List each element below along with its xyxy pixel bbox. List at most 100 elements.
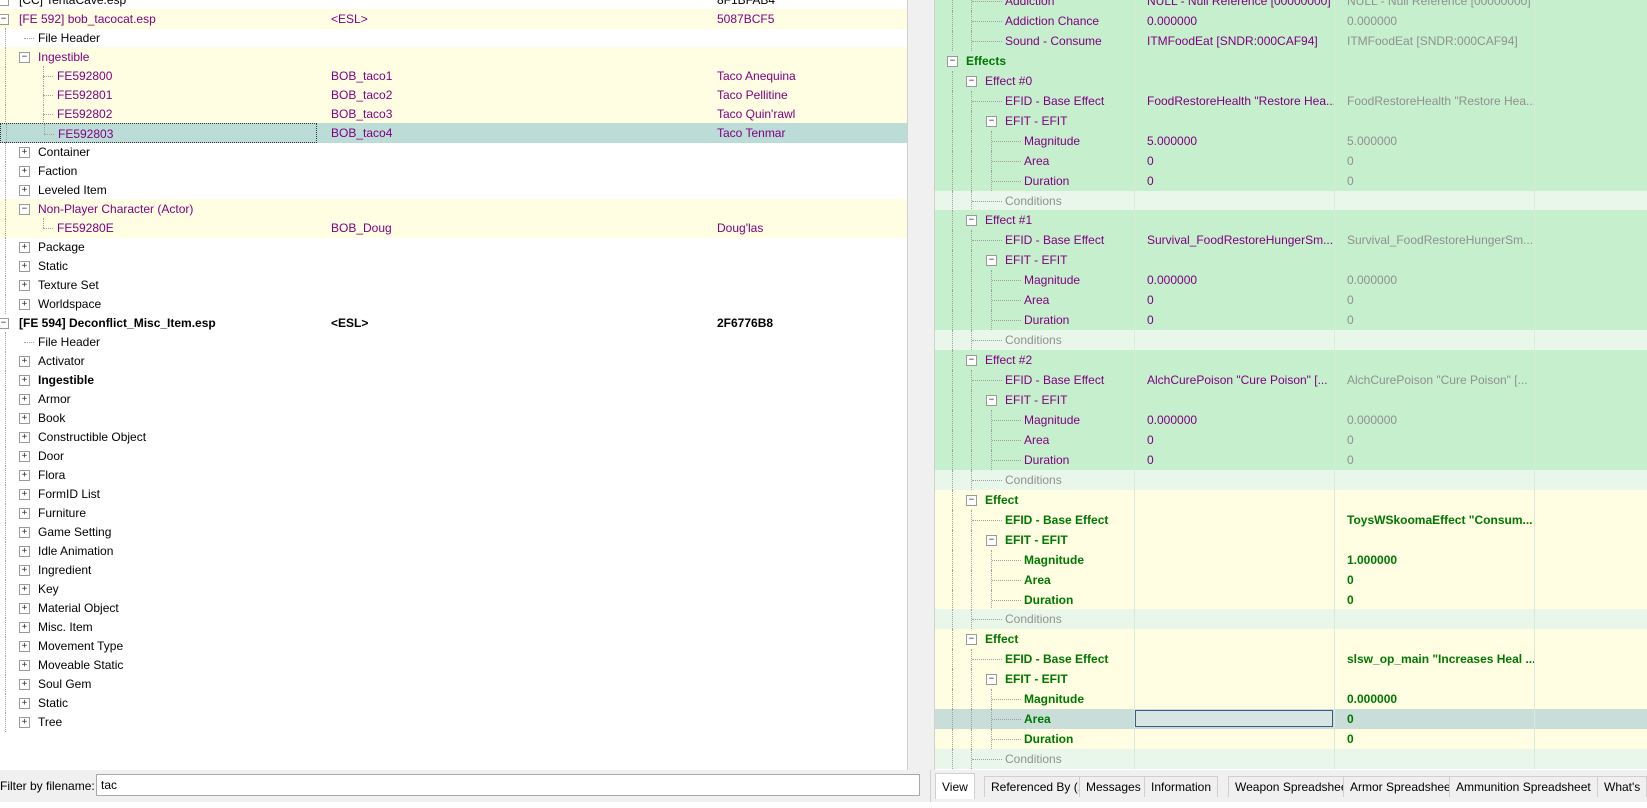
collapse-icon[interactable]: −: [986, 395, 997, 406]
record-row-area[interactable]: Area 0: [935, 570, 1647, 590]
record-field-name-cell[interactable]: − Effect: [935, 490, 1134, 510]
tree-row-fe-594-deconflict-misc-item-esp[interactable]: − [FE 594] Deconflict_Misc_Item.esp <ESL> 2…: [0, 313, 907, 333]
tree-row-static[interactable]: + Static: [0, 693, 907, 713]
record-row-magnitude[interactable]: Magnitude 0.000000 0.000000: [935, 270, 1647, 290]
tree-node-cell[interactable]: + Container: [0, 142, 318, 162]
record-row-area[interactable]: Area 0 0: [935, 151, 1647, 171]
record-value-cell-override[interactable]: 0.000000: [1335, 689, 1534, 709]
record-value-cell-plugin[interactable]: ITMFoodEat [SNDR:000CAF94]: [1135, 31, 1334, 51]
record-value-cell-override[interactable]: [1335, 111, 1534, 131]
record-row-efid-base-effect[interactable]: EFID - Base Effect AlchCurePoison "Cure P…: [935, 370, 1647, 390]
record-value-cell-override[interactable]: ITMFoodEat [SNDR:000CAF94]: [1335, 31, 1534, 51]
tree-node-cell[interactable]: + Worldspace: [0, 294, 318, 314]
record-value-cell-override[interactable]: [1335, 629, 1534, 649]
record-row-efit-efit[interactable]: − EFIT - EFIT: [935, 390, 1647, 410]
expand-icon[interactable]: +: [19, 679, 30, 690]
tree-node-cell[interactable]: FE592803: [0, 123, 317, 143]
tree-node-cell[interactable]: + Material Object: [0, 598, 318, 618]
record-value-cell-override[interactable]: [1335, 191, 1534, 211]
expand-icon[interactable]: +: [19, 147, 30, 158]
tab-information[interactable]: Information: [1144, 776, 1219, 797]
record-row-duration[interactable]: Duration 0: [935, 590, 1647, 610]
record-value-cell-override[interactable]: NULL - Null Reference [00000000]: [1335, 0, 1534, 11]
record-field-name-cell[interactable]: Duration: [935, 310, 1134, 330]
record-value-cell-override[interactable]: ToysWSkoomaEffect "Consum...: [1335, 510, 1534, 530]
record-value-cell-override[interactable]: [1335, 330, 1534, 350]
record-field-name-cell[interactable]: − Effect #0: [935, 71, 1134, 91]
collapse-icon[interactable]: −: [966, 495, 977, 506]
record-row-efit-efit[interactable]: − EFIT - EFIT: [935, 669, 1647, 689]
record-row-conditions[interactable]: Conditions: [935, 609, 1647, 629]
collapse-icon[interactable]: −: [966, 355, 977, 366]
collapse-icon[interactable]: −: [0, 14, 9, 25]
record-field-name-cell[interactable]: Duration: [935, 171, 1134, 191]
record-field-name-cell[interactable]: Area: [935, 151, 1134, 171]
tab-ammunition-spreadsheet[interactable]: Ammunition Spreadsheet: [1449, 776, 1598, 797]
record-value-cell-plugin[interactable]: [1135, 729, 1334, 749]
record-field-name-cell[interactable]: − EFIT - EFIT: [935, 111, 1134, 131]
collapse-icon[interactable]: −: [0, 0, 9, 6]
record-value-cell-plugin[interactable]: [1135, 669, 1334, 689]
record-field-name-cell[interactable]: − EFIT - EFIT: [935, 250, 1134, 270]
record-field-name-cell[interactable]: EFID - Base Effect: [935, 510, 1134, 530]
tree-row-game-setting[interactable]: + Game Setting: [0, 522, 907, 542]
record-value-cell-plugin[interactable]: [1135, 510, 1334, 530]
record-row-effect[interactable]: − Effect: [935, 629, 1647, 649]
tree-row-book[interactable]: + Book: [0, 408, 907, 428]
record-row-area[interactable]: Area 0 0: [935, 430, 1647, 450]
record-row-efit-efit[interactable]: − EFIT - EFIT: [935, 250, 1647, 270]
record-row-effect-2[interactable]: − Effect #2: [935, 350, 1647, 370]
expand-icon[interactable]: +: [19, 603, 30, 614]
tree-row-flora[interactable]: + Flora: [0, 465, 907, 485]
record-value-cell-plugin[interactable]: [1135, 470, 1334, 490]
record-value-cell-override[interactable]: [1335, 530, 1534, 550]
tree-node-cell[interactable]: − [FE 594] Deconflict_Misc_Item.esp: [0, 313, 318, 333]
tree-row-faction[interactable]: + Faction: [0, 161, 907, 181]
tree-node-cell[interactable]: + FormID List: [0, 484, 318, 504]
expand-icon[interactable]: +: [19, 508, 30, 519]
tree-row-movement-type[interactable]: + Movement Type: [0, 636, 907, 656]
tree-row-static[interactable]: + Static: [0, 256, 907, 276]
expand-icon[interactable]: +: [19, 299, 30, 310]
record-row-magnitude[interactable]: Magnitude 5.000000 5.000000: [935, 131, 1647, 151]
expand-icon[interactable]: +: [19, 565, 30, 576]
expand-icon[interactable]: +: [19, 185, 30, 196]
tree-row-soul-gem[interactable]: + Soul Gem: [0, 674, 907, 694]
record-value-cell-override[interactable]: 0.000000: [1335, 410, 1534, 430]
record-value-cell-plugin[interactable]: 0: [1135, 290, 1334, 310]
expand-icon[interactable]: +: [19, 470, 30, 481]
tree-node-cell[interactable]: + Constructible Object: [0, 427, 318, 447]
record-field-name-cell[interactable]: − Effect: [935, 629, 1134, 649]
expand-icon[interactable]: +: [19, 394, 30, 405]
expand-icon[interactable]: +: [19, 641, 30, 652]
record-value-cell-override[interactable]: AlchCurePoison "Cure Poison" [...: [1335, 370, 1534, 390]
collapse-icon[interactable]: −: [966, 76, 977, 87]
expand-icon[interactable]: +: [19, 242, 30, 253]
record-field-name-cell[interactable]: − Effect #1: [935, 210, 1134, 230]
record-row-effect-1[interactable]: − Effect #1: [935, 210, 1647, 230]
record-field-name-cell[interactable]: Conditions: [935, 191, 1134, 211]
record-value-cell-override[interactable]: 0: [1335, 171, 1534, 191]
tree-row-worldspace[interactable]: + Worldspace: [0, 294, 907, 314]
collapse-icon[interactable]: −: [986, 255, 997, 266]
record-value-cell-override[interactable]: 0: [1335, 729, 1534, 749]
tree-node-cell[interactable]: + Misc. Item: [0, 617, 318, 637]
record-row-addiction-chance[interactable]: Addiction Chance 0.000000 0.000000: [935, 11, 1647, 31]
record-value-cell-plugin[interactable]: 0.000000: [1135, 11, 1334, 31]
record-value-cell-override[interactable]: slsw_op_main "Increases Heal ...: [1335, 649, 1534, 669]
expand-icon[interactable]: +: [19, 622, 30, 633]
tree-node-cell[interactable]: + Ingestible: [0, 370, 318, 390]
record-value-cell-override[interactable]: 0: [1335, 570, 1534, 590]
record-field-name-cell[interactable]: Duration: [935, 729, 1134, 749]
tree-node-cell[interactable]: − [FE 592] bob_tacocat.esp: [0, 9, 318, 29]
record-field-name-cell[interactable]: Magnitude: [935, 270, 1134, 290]
tree-row-package[interactable]: + Package: [0, 237, 907, 257]
expand-icon[interactable]: +: [19, 489, 30, 500]
record-value-cell-override[interactable]: 0: [1335, 590, 1534, 610]
file-tree-pane[interactable]: − [CC] TentaCave.esp 8F1BFAB4− [FE 592] bob…: [0, 0, 907, 770]
record-field-name-cell[interactable]: − EFIT - EFIT: [935, 390, 1134, 410]
record-field-name-cell[interactable]: Area: [935, 570, 1134, 590]
record-field-name-cell[interactable]: Duration: [935, 450, 1134, 470]
tree-row-moveable-static[interactable]: + Moveable Static: [0, 655, 907, 675]
tree-row-activator[interactable]: + Activator: [0, 351, 907, 371]
